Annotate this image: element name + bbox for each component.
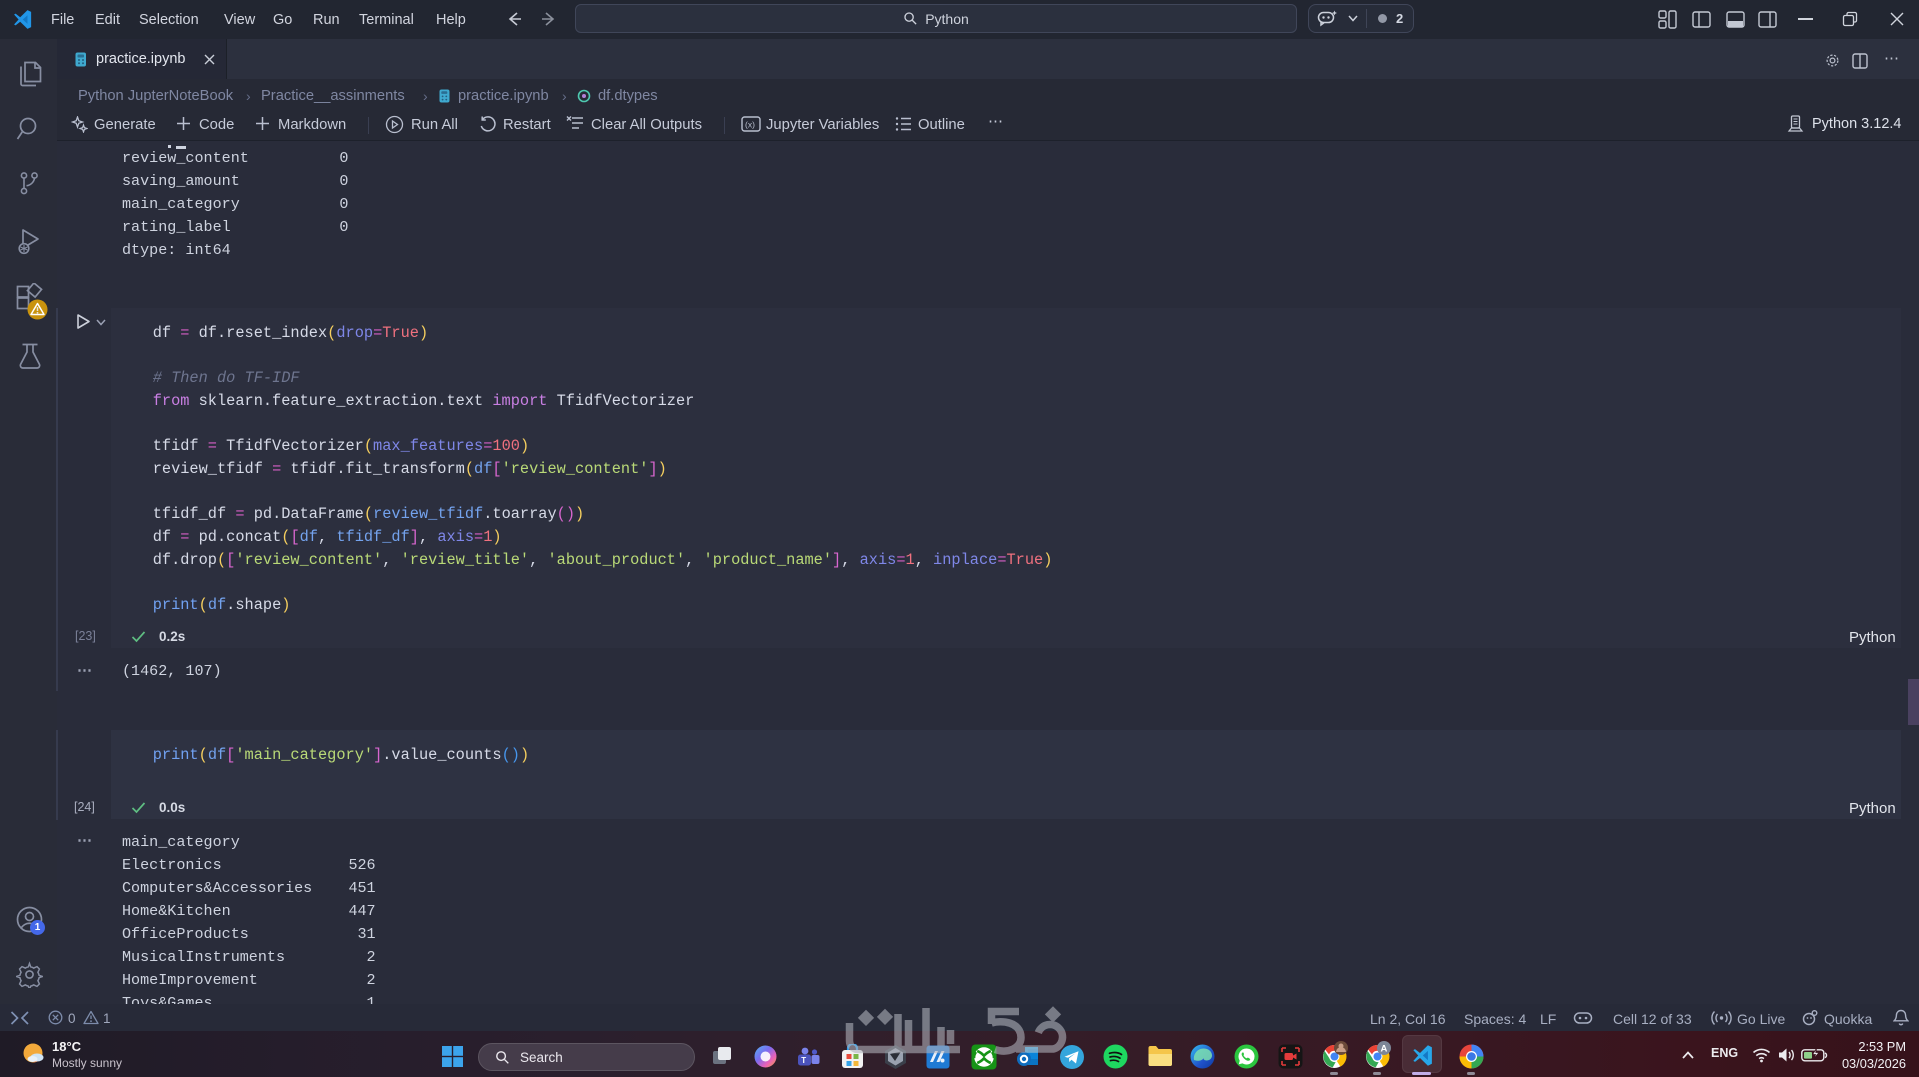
svg-text:(x): (x) bbox=[745, 120, 755, 130]
svg-text:T: T bbox=[801, 1056, 806, 1065]
svg-text:A: A bbox=[1381, 1044, 1388, 1055]
